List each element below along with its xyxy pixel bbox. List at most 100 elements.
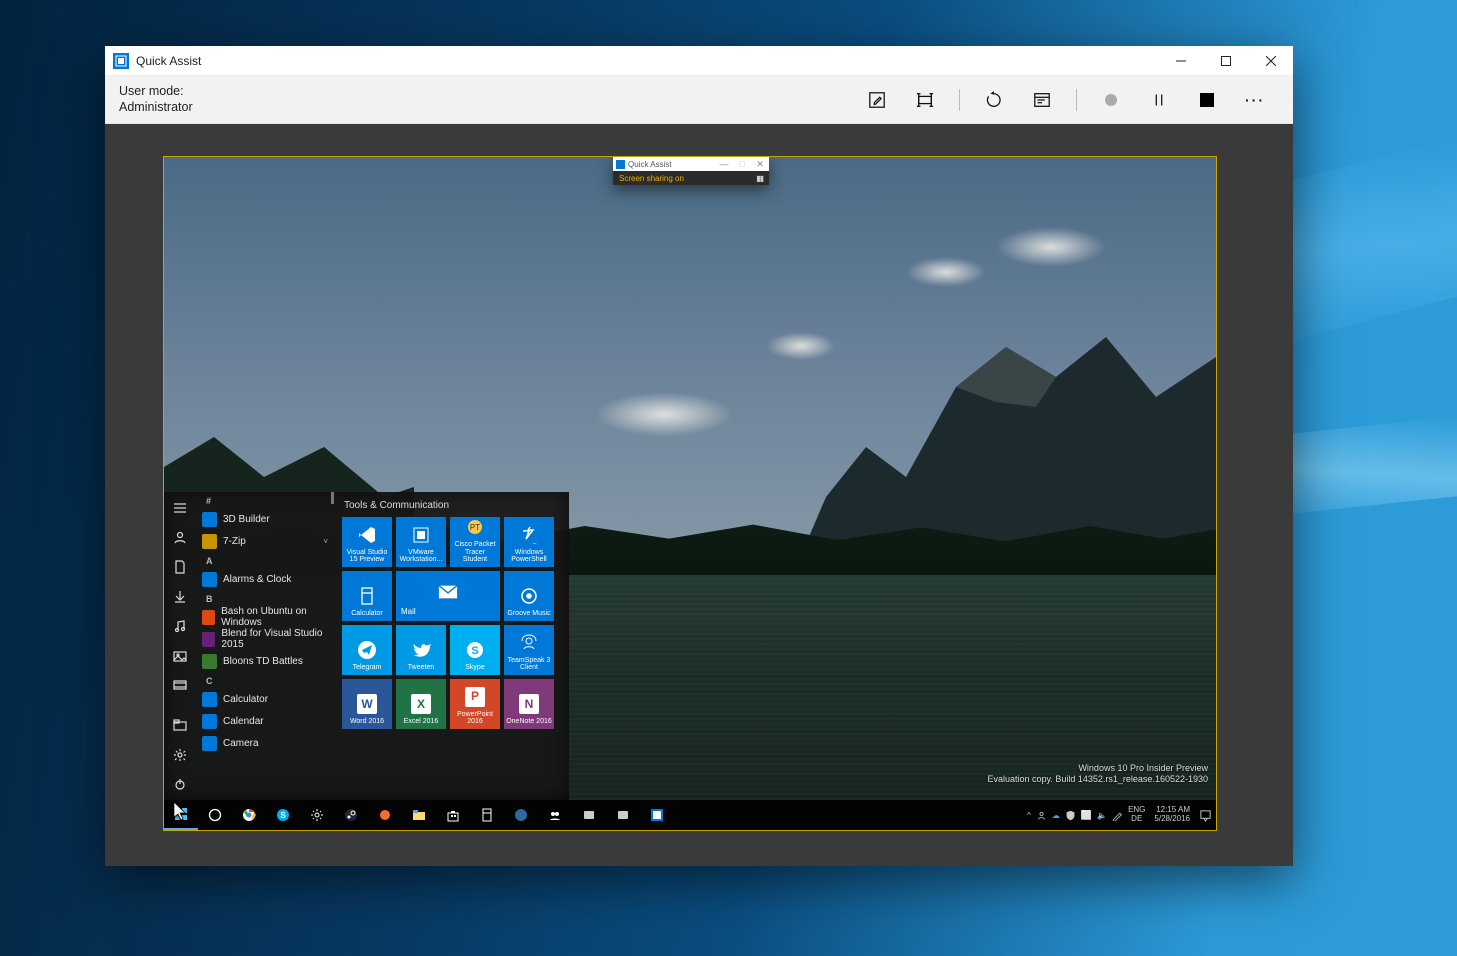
app-list-item[interactable]: Calendar [196, 710, 334, 732]
app-letter-header[interactable]: C [196, 672, 334, 688]
remote-qa-pause[interactable]: ▮▮ [756, 174, 763, 183]
remote-qa-minimize[interactable]: — [715, 159, 733, 169]
tray-onedrive-icon[interactable]: ☁ [1052, 811, 1060, 820]
start-tile[interactable]: WWord 2016 [342, 679, 392, 729]
start-tiles: Tools & Communication Visual Studio 15 P… [334, 492, 569, 800]
rail-power-icon[interactable] [164, 774, 196, 794]
tile-label: Excel 2016 [398, 718, 444, 726]
reconnect-button [1087, 76, 1135, 124]
taskbar-calculator[interactable] [470, 800, 504, 830]
restart-button[interactable] [970, 76, 1018, 124]
actual-size-button[interactable] [901, 76, 949, 124]
start-tile[interactable]: Mail [396, 571, 500, 621]
rail-music-icon[interactable] [164, 616, 196, 636]
wallpaper-cloud [906, 257, 986, 287]
taskbar-app1[interactable] [538, 800, 572, 830]
skype-icon: S [465, 640, 485, 660]
start-tile[interactable]: VMware Workstation... [396, 517, 446, 567]
taskbar-store[interactable] [436, 800, 470, 830]
stop-button[interactable] [1183, 76, 1231, 124]
app-list-item[interactable]: Alarms & Clock [196, 568, 334, 590]
annotate-button[interactable] [853, 76, 901, 124]
start-tile[interactable]: Telegram [342, 625, 392, 675]
taskbar-teamspeak[interactable] [504, 800, 538, 830]
start-tile[interactable]: Tweeten [396, 625, 446, 675]
app-label: Bloons TD Battles [223, 656, 303, 667]
app-list-item[interactable]: Blend for Visual Studio 2015 [196, 628, 334, 650]
taskbar-quickassist[interactable] [640, 800, 674, 830]
tray-pen-icon[interactable] [1112, 810, 1123, 821]
app-letter-header[interactable]: B [196, 590, 334, 606]
remote-qa-maximize[interactable]: □ [733, 159, 751, 169]
app-list-item[interactable]: 3D Builder [196, 508, 334, 530]
remote-screen-frame[interactable]: Quick Assist — □ ✕ Screen sharing on ▮▮ … [163, 156, 1217, 831]
taskbar-settings[interactable] [300, 800, 334, 830]
app-letter-header[interactable]: A [196, 552, 334, 568]
remote-qa-close[interactable]: ✕ [751, 159, 769, 170]
rail-videos-icon[interactable] [164, 676, 196, 696]
taskbar-start[interactable] [164, 800, 198, 830]
rail-documents-icon[interactable] [164, 557, 196, 577]
close-button[interactable] [1248, 46, 1293, 76]
taskbar-snip[interactable] [606, 800, 640, 830]
more-button[interactable]: ··· [1231, 76, 1279, 124]
taskbar-cortana[interactable] [198, 800, 232, 830]
calc-icon [357, 586, 377, 606]
app-icon [202, 572, 217, 587]
stop-icon [1200, 93, 1214, 107]
mail-icon [438, 582, 458, 602]
start-tile[interactable]: TeamSpeak 3 Client [504, 625, 554, 675]
minimize-button[interactable] [1158, 46, 1203, 76]
pause-button[interactable] [1135, 76, 1183, 124]
start-tile[interactable]: XExcel 2016 [396, 679, 446, 729]
app-letter-header[interactable]: # [196, 492, 334, 508]
task-manager-button[interactable] [1018, 76, 1066, 124]
maximize-button[interactable] [1203, 46, 1248, 76]
tray-people-icon[interactable] [1036, 810, 1047, 821]
rail-explorer-icon[interactable] [164, 715, 196, 735]
rail-user-icon[interactable] [164, 528, 196, 548]
start-tile[interactable]: PTCisco Packet Tracer Student [450, 517, 500, 567]
start-tile[interactable]: Visual Studio 15 Preview [342, 517, 392, 567]
taskbar-skype[interactable]: S [266, 800, 300, 830]
tray-language[interactable]: ENG DE [1128, 806, 1145, 824]
start-tile[interactable]: PPowerPoint 2016 [450, 679, 500, 729]
taskbar-chrome[interactable] [232, 800, 266, 830]
tile-label: Visual Studio 15 Preview [344, 549, 390, 564]
tray-defender-icon[interactable] [1065, 810, 1076, 821]
user-mode-value: Administrator [119, 100, 193, 116]
rail-pictures-icon[interactable] [164, 646, 196, 666]
start-tile[interactable]: NOneNote 2016 [504, 679, 554, 729]
watermark: Windows 10 Pro Insider Preview Evaluatio… [988, 763, 1209, 786]
app-list-item[interactable]: 7-Zip˅ [196, 530, 334, 552]
start-hamburger[interactable] [164, 498, 196, 518]
app-icon [202, 714, 217, 729]
taskbar-xbox[interactable] [572, 800, 606, 830]
tray-network-icon[interactable]: ⬜ [1081, 810, 1092, 821]
app-list-item[interactable]: Camera [196, 732, 334, 754]
rail-downloads-icon[interactable] [164, 587, 196, 607]
rail-settings-icon[interactable] [164, 745, 196, 765]
taskbar-explorer[interactable] [402, 800, 436, 830]
start-tile[interactable]: Calculator [342, 571, 392, 621]
tiles-group-header[interactable]: Tools & Communication [344, 500, 561, 511]
all-apps-list[interactable]: #3D Builder7-Zip˅AAlarms & ClockBBash on… [196, 492, 334, 800]
taskbar-steam[interactable] [334, 800, 368, 830]
tray-volume-icon[interactable]: 🔈 [1097, 811, 1107, 820]
apps-scrollbar[interactable] [331, 492, 334, 504]
start-tile[interactable]: SSkype [450, 625, 500, 675]
start-tile[interactable]: _Windows PowerShell [504, 517, 554, 567]
app-list-item[interactable]: Calculator [196, 688, 334, 710]
start-tile[interactable]: Groove Music [504, 571, 554, 621]
tile-label: Tweeten [398, 664, 444, 672]
remote-quick-assist-window[interactable]: Quick Assist — □ ✕ Screen sharing on ▮▮ [613, 157, 769, 185]
remote-desktop: Quick Assist — □ ✕ Screen sharing on ▮▮ … [164, 157, 1216, 830]
tray-clock[interactable]: 12:15 AM 5/28/2016 [1150, 806, 1194, 824]
tray-notifications-icon[interactable] [1199, 809, 1212, 822]
tray-chevron-icon[interactable]: ^ [1027, 811, 1031, 820]
chevron-down-icon: ˅ [323, 537, 328, 546]
taskbar-origin[interactable] [368, 800, 402, 830]
groove-icon [519, 586, 539, 606]
app-list-item[interactable]: Bash on Ubuntu on Windows [196, 606, 334, 628]
app-list-item[interactable]: Bloons TD Battles [196, 650, 334, 672]
